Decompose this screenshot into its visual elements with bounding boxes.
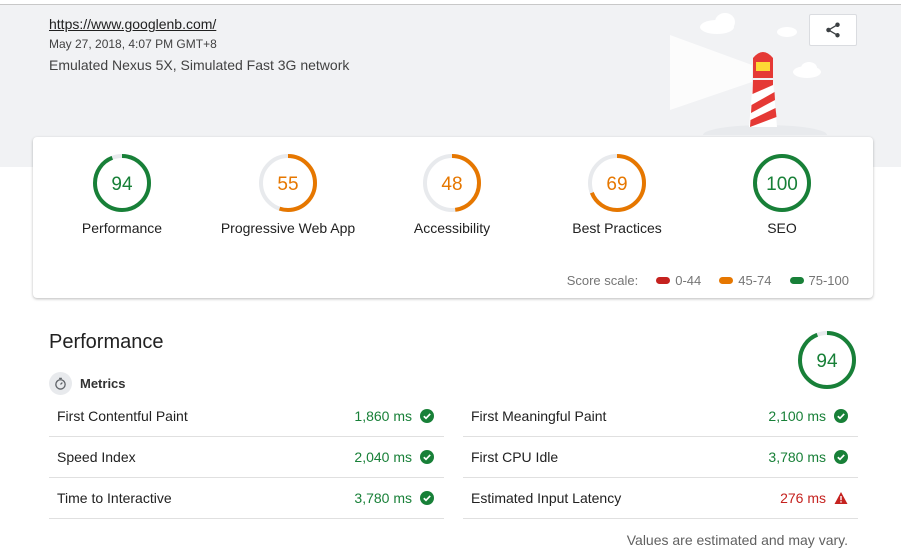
metric-name: First Meaningful Paint bbox=[471, 408, 607, 424]
stopwatch-icon bbox=[49, 372, 72, 395]
metric-row: First CPU Idle 3,780 ms bbox=[463, 437, 858, 478]
metric-value: 3,780 ms bbox=[354, 490, 412, 506]
gauge-seo[interactable]: 100 SEO bbox=[702, 152, 862, 236]
gauge-score: 48 bbox=[441, 174, 462, 195]
fail-warning-icon bbox=[834, 491, 848, 505]
metric-name: First Contentful Paint bbox=[57, 408, 188, 424]
average-pill-icon bbox=[719, 277, 734, 284]
pass-pill-icon bbox=[789, 277, 804, 284]
gauge-ring: 100 bbox=[753, 154, 811, 212]
report-url-link[interactable]: https://www.googlenb.com/ bbox=[49, 16, 216, 32]
gauge-label: SEO bbox=[767, 220, 797, 236]
metric-row: Time to Interactive 3,780 ms bbox=[49, 478, 444, 519]
gauge-ring: 48 bbox=[423, 154, 481, 212]
score-summary-card: 94 Performance 55 Progressive Web App 48… bbox=[33, 137, 873, 298]
pass-check-icon bbox=[420, 409, 434, 423]
score-scale-average: 45-74 bbox=[738, 273, 772, 288]
gauge-ring: 94 bbox=[93, 154, 151, 212]
metrics-left-column: First Contentful Paint 1,860 ms Speed In… bbox=[49, 396, 444, 519]
gauge-score: 69 bbox=[606, 174, 627, 195]
metric-value: 276 ms bbox=[780, 490, 826, 506]
gauge-label: Accessibility bbox=[413, 220, 491, 236]
gauge-label: Progressive Web App bbox=[220, 220, 356, 236]
report-date: May 27, 2018, 4:07 PM GMT+8 bbox=[49, 37, 217, 51]
pass-check-icon bbox=[420, 491, 434, 505]
gauge-performance[interactable]: 94 Performance bbox=[42, 152, 202, 236]
score-scale-label: Score scale: bbox=[566, 273, 639, 288]
performance-score-gauge[interactable]: 94 bbox=[796, 329, 858, 391]
lighthouse-illustration bbox=[670, 13, 827, 135]
gauge-ring: 55 bbox=[259, 154, 317, 212]
metric-name: First CPU Idle bbox=[471, 449, 559, 465]
gauge-label: Best Practices bbox=[572, 220, 662, 236]
metrics-header: Metrics bbox=[49, 372, 126, 395]
gauge-score: 100 bbox=[766, 174, 798, 195]
gauge-score: 55 bbox=[277, 174, 298, 195]
report-environment: Emulated Nexus 5X, Simulated Fast 3G net… bbox=[49, 57, 350, 73]
gauge-ring: 69 bbox=[588, 154, 646, 212]
metric-row: First Contentful Paint 1,860 ms bbox=[49, 396, 444, 437]
gauge-label: Performance bbox=[81, 220, 163, 236]
pass-check-icon bbox=[420, 450, 434, 464]
pass-check-icon bbox=[834, 450, 848, 464]
metric-name: Time to Interactive bbox=[57, 490, 172, 506]
metric-name: Estimated Input Latency bbox=[471, 490, 622, 506]
metric-row: Estimated Input Latency 276 ms bbox=[463, 478, 858, 519]
metric-value: 2,100 ms bbox=[768, 408, 826, 424]
metric-value: 2,040 ms bbox=[354, 449, 412, 465]
gauge-score: 94 bbox=[111, 174, 133, 195]
score-scale-pass: 75-100 bbox=[808, 273, 849, 288]
performance-section-title: Performance bbox=[49, 331, 164, 353]
metric-name: Speed Index bbox=[57, 449, 136, 465]
metrics-label: Metrics bbox=[80, 376, 126, 391]
fail-pill-icon bbox=[656, 277, 671, 284]
metric-value: 1,860 ms bbox=[354, 408, 412, 424]
performance-score: 94 bbox=[816, 351, 838, 372]
score-scale-fail: 0-44 bbox=[675, 273, 702, 288]
metrics-footnote: Values are estimated and may vary. bbox=[626, 532, 848, 548]
metric-row: First Meaningful Paint 2,100 ms bbox=[463, 396, 858, 437]
pass-check-icon bbox=[834, 409, 848, 423]
gauge-best-practices[interactable]: 69 Best Practices bbox=[537, 152, 697, 236]
gauge-pwa[interactable]: 55 Progressive Web App bbox=[208, 152, 368, 236]
metric-value: 3,780 ms bbox=[768, 449, 826, 465]
gauge-accessibility[interactable]: 48 Accessibility bbox=[372, 152, 532, 236]
score-scale-legend: Score scale: 0-44 45-74 75-100 bbox=[567, 273, 849, 288]
metrics-right-column: First Meaningful Paint 2,100 ms First CP… bbox=[463, 396, 858, 519]
metric-row: Speed Index 2,040 ms bbox=[49, 437, 444, 478]
